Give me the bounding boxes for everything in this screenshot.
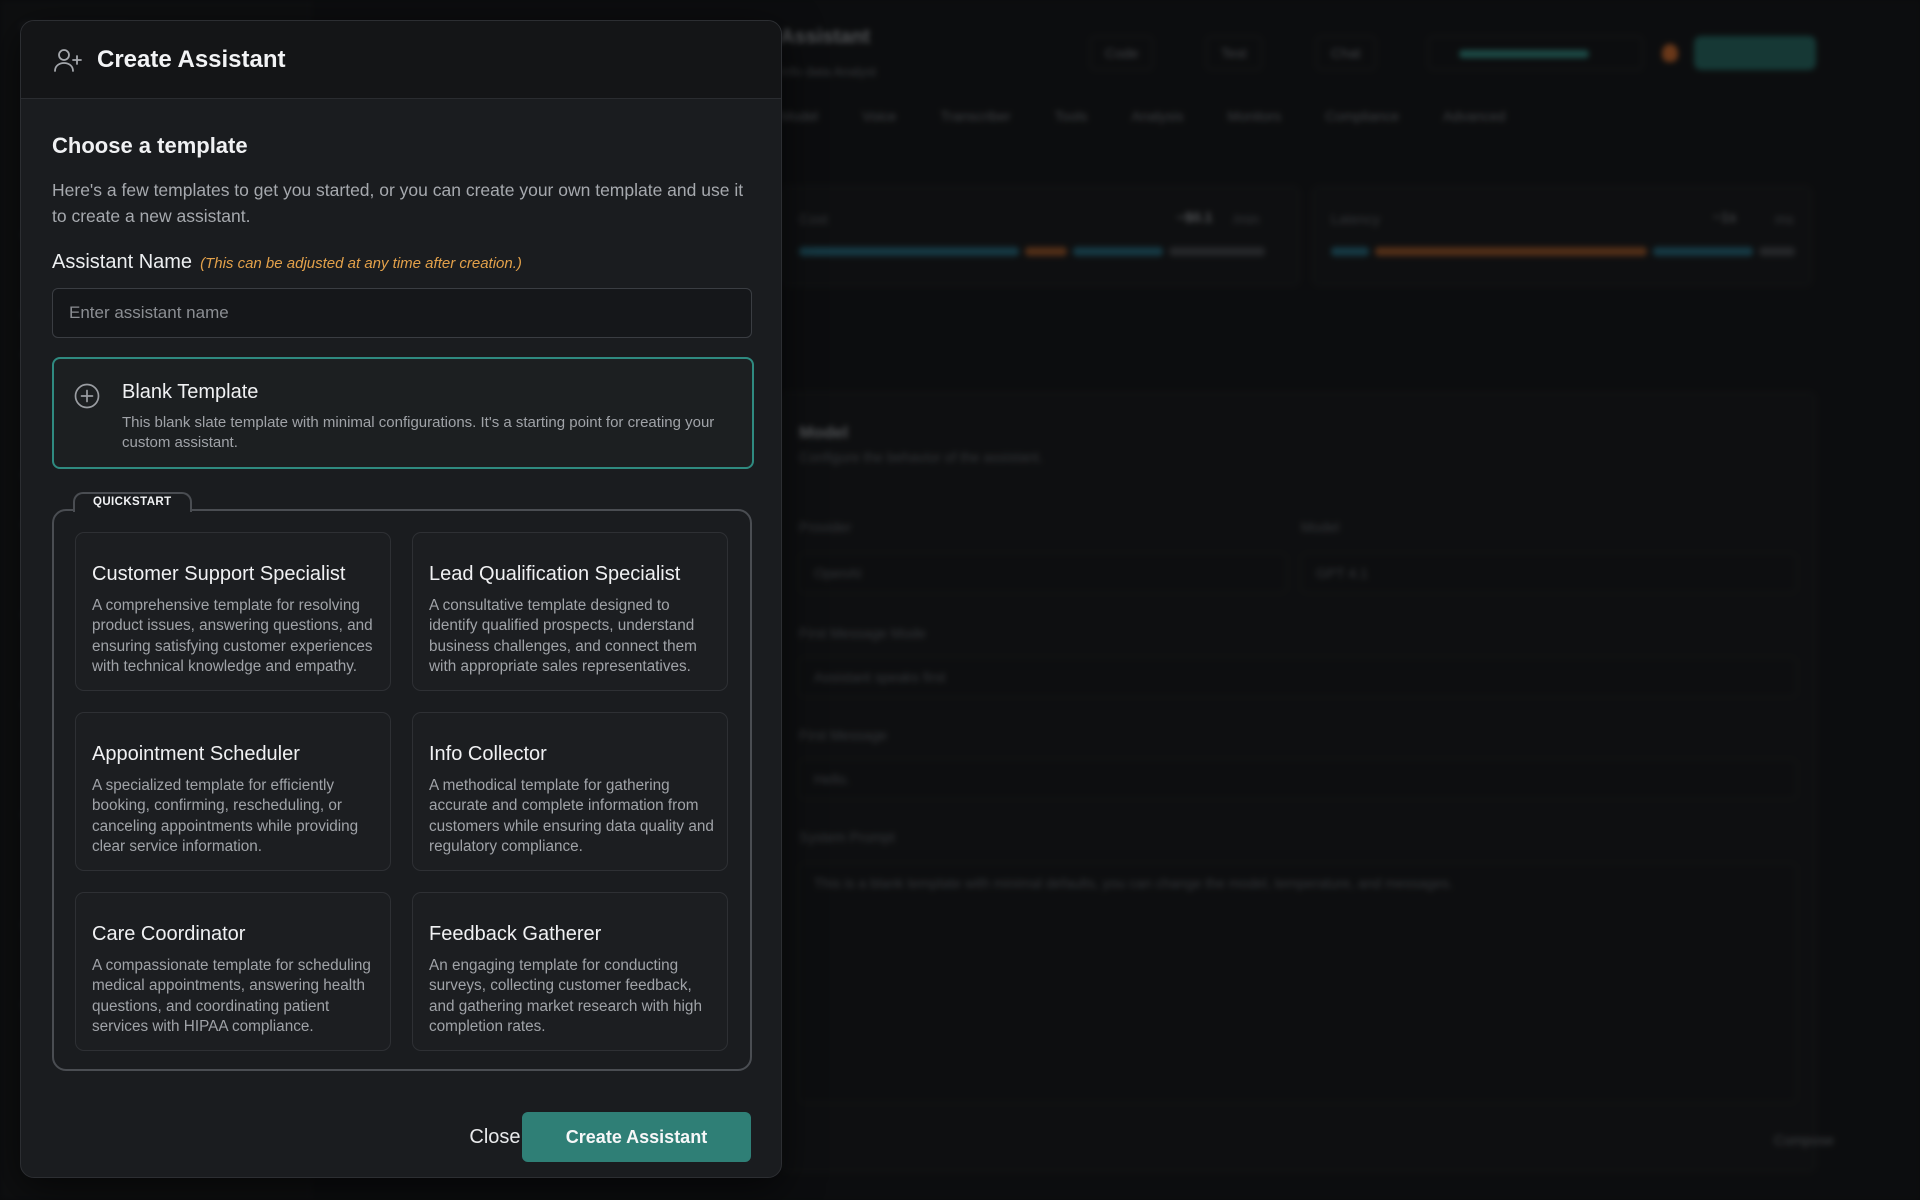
test-button[interactable]: Test <box>1206 36 1262 70</box>
quickstart-label: QUICKSTART <box>73 492 192 512</box>
plus-circle-icon <box>74 383 100 409</box>
tab-voice[interactable]: Voice <box>862 108 896 124</box>
quickstart-group: Customer Support Specialist A comprehens… <box>52 509 752 1071</box>
assistant-subtitle: Info data Analyst <box>780 64 877 79</box>
config-tabs: Model Voice Transcriber Tools Analysis M… <box>780 108 1505 124</box>
choose-template-title: Choose a template <box>52 133 248 158</box>
modal-header: Create Assistant <box>21 21 781 99</box>
cost-label: Cost <box>799 211 828 227</box>
template-desc: An engaging template for conducting surv… <box>429 957 702 1035</box>
assistant-title: Assistant <box>780 26 871 48</box>
create-assistant-button[interactable]: Create Assistant <box>522 1112 751 1162</box>
choose-template-desc: Here's a few templates to get you starte… <box>52 180 744 226</box>
template-card-customer-support[interactable]: Customer Support Specialist A comprehens… <box>75 532 391 691</box>
template-title: Customer Support Specialist <box>92 563 346 585</box>
template-desc: A comprehensive template for resolving p… <box>92 597 373 675</box>
publish-button[interactable] <box>1694 36 1816 70</box>
latency-bar-segment <box>1653 247 1753 256</box>
tab-model[interactable]: Model <box>780 108 818 124</box>
template-desc: A consultative template designed to iden… <box>429 597 697 675</box>
provider-label: Provider <box>799 519 852 535</box>
blank-template-title: Blank Template <box>122 381 259 403</box>
model-section-desc: Configure the behavior of the assistant. <box>799 449 1043 465</box>
template-card-feedback-gatherer[interactable]: Feedback Gatherer An engaging template f… <box>412 892 728 1051</box>
cost-card: Cost ~$0.1 /min <box>780 186 1300 286</box>
tab-analysis[interactable]: Analysis <box>1131 108 1183 124</box>
assistant-name-label: Assistant Name (This can be adjusted at a… <box>52 251 522 274</box>
template-title: Info Collector <box>429 743 547 765</box>
chat-button[interactable]: Chat <box>1316 36 1376 70</box>
tab-monitors[interactable]: Monitors <box>1228 108 1282 124</box>
flame-icon <box>1662 44 1678 62</box>
cost-bar-segment <box>1025 247 1067 256</box>
cost-bar-segment <box>1169 247 1265 256</box>
template-title: Care Coordinator <box>92 923 246 945</box>
first-message-mode-select[interactable]: Assistant speaks first <box>799 657 1797 697</box>
latency-value: ~1s <box>1713 209 1736 225</box>
modal-title: Create Assistant <box>97 45 286 73</box>
template-title: Lead Qualification Specialist <box>429 563 681 585</box>
template-card-lead-qualification[interactable]: Lead Qualification Specialist A consulta… <box>412 532 728 691</box>
first-message-mode-label: First Message Mode <box>799 625 926 641</box>
blank-template-card[interactable]: Blank Template This blank slate template… <box>52 357 754 469</box>
model-label: Model <box>1301 519 1340 535</box>
model-section: Model Configure the behavior of the assi… <box>780 392 1816 1172</box>
system-prompt-label: System Prompt <box>799 829 895 845</box>
template-title: Feedback Gatherer <box>429 923 602 945</box>
cost-unit: /min <box>1233 211 1260 227</box>
cost-value: ~$0.1 <box>1177 209 1213 225</box>
template-card-info-collector[interactable]: Info Collector A methodical template for… <box>412 712 728 871</box>
tab-compliance[interactable]: Compliance <box>1325 108 1399 124</box>
phone-number-pill[interactable] <box>1428 36 1643 70</box>
latency-bar-segment <box>1331 247 1369 256</box>
latency-unit: ms <box>1775 211 1794 227</box>
model-select[interactable]: GPT 4.1 <box>1301 553 1797 593</box>
assistant-name-label-text: Assistant Name <box>52 251 193 273</box>
template-card-care-coordinator[interactable]: Care Coordinator A compassionate templat… <box>75 892 391 1051</box>
assistant-name-hint: (This can be adjusted at any time after … <box>200 255 522 272</box>
template-desc: A methodical template for gathering accu… <box>429 777 714 855</box>
latency-bar-segment <box>1759 247 1795 256</box>
tab-advanced[interactable]: Advanced <box>1443 108 1505 124</box>
template-title: Appointment Scheduler <box>92 743 300 765</box>
template-desc: A specialized template for efficiently b… <box>92 777 359 855</box>
template-card-appointment-scheduler[interactable]: Appointment Scheduler A specialized temp… <box>75 712 391 871</box>
provider-select[interactable]: OpenAI <box>799 553 1287 593</box>
code-button[interactable]: Code <box>1090 36 1154 70</box>
system-prompt-textarea[interactable]: This is a blank template with minimal de… <box>799 863 1797 1103</box>
create-assistant-modal: Create Assistant Choose a template Here'… <box>20 20 782 1178</box>
blank-template-desc: This blank slate template with minimal c… <box>122 414 715 451</box>
compose-button[interactable]: Compose <box>1774 1132 1834 1148</box>
first-message-input[interactable]: Hello. <box>799 759 1797 799</box>
cost-bar-segment <box>1073 247 1163 256</box>
cost-bar-segment <box>799 247 1019 256</box>
first-message-label: First Message <box>799 727 887 743</box>
latency-bar-segment <box>1375 247 1647 256</box>
tab-tools[interactable]: Tools <box>1055 108 1088 124</box>
latency-card: Latency ~1s ms <box>1312 186 1812 286</box>
tab-transcriber[interactable]: Transcriber <box>940 108 1010 124</box>
latency-label: Latency <box>1331 211 1381 227</box>
model-section-title: Model <box>799 423 849 442</box>
template-desc: A compassionate template for scheduling … <box>92 957 371 1035</box>
user-plus-icon <box>53 45 83 75</box>
assistant-name-input[interactable] <box>52 288 752 338</box>
